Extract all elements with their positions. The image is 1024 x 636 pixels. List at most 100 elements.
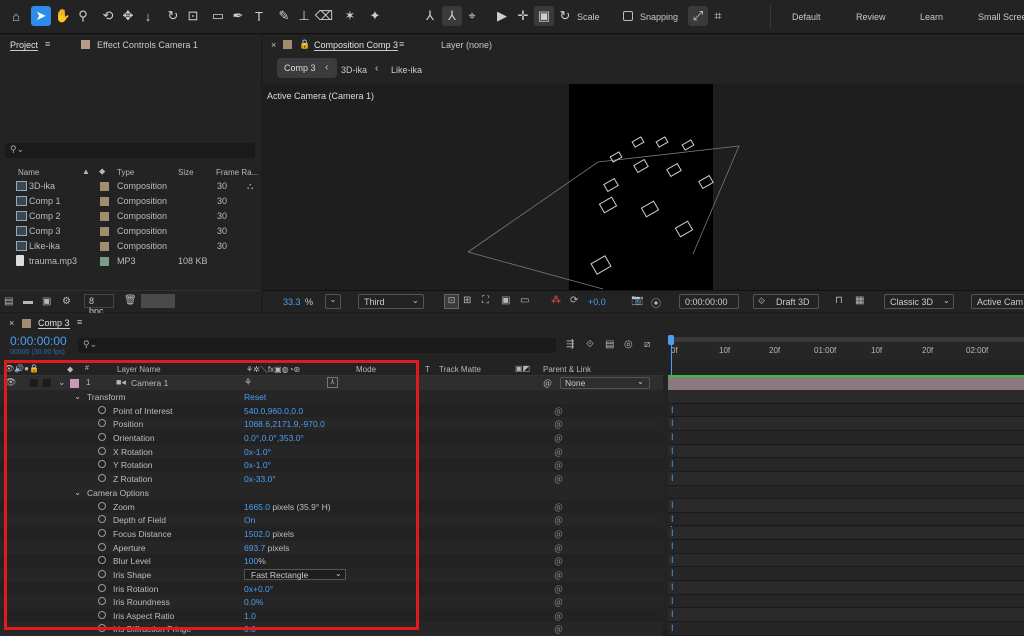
keyframe-marker-icon[interactable]: I bbox=[671, 582, 674, 592]
project-item[interactable]: 3D-ika Composition 30 ⛬ bbox=[0, 179, 260, 194]
rectangle-tool-icon[interactable]: ▭ bbox=[208, 6, 228, 26]
timeline-tab[interactable]: Comp 3 bbox=[38, 318, 70, 329]
stopwatch-icon[interactable] bbox=[98, 460, 106, 469]
property-value[interactable]: 1665.0 pixels (35.9° H) bbox=[244, 502, 331, 512]
region-of-interest-icon[interactable]: ⊡ bbox=[444, 294, 459, 309]
zoom-value[interactable]: 33.3 bbox=[283, 297, 301, 307]
resolution-dropdown[interactable]: Third ⌄ bbox=[358, 294, 424, 309]
motion-blur-icon[interactable]: ◎ bbox=[624, 339, 633, 350]
stopwatch-icon[interactable] bbox=[98, 583, 106, 592]
3d-layer-icon[interactable]: ⅄ bbox=[327, 377, 338, 388]
property-row[interactable]: Zoom 1665.0 pixels (35.9° H) ＠ bbox=[0, 499, 663, 514]
property-value[interactable]: 0x-33.0° bbox=[244, 474, 276, 484]
hand-tool-icon[interactable]: ✋ bbox=[53, 6, 73, 26]
eraser-tool-icon[interactable]: ⌫ bbox=[314, 6, 334, 26]
panel-menu-icon[interactable]: ≡ bbox=[399, 39, 404, 49]
track-row[interactable] bbox=[668, 390, 1024, 404]
property-row[interactable]: Iris Aspect Ratio 1.0 ＠ bbox=[0, 608, 663, 623]
expression-pickwhip-icon[interactable]: ＠ bbox=[554, 446, 563, 459]
property-value[interactable]: 540.0,960.0,0.0 bbox=[244, 406, 303, 416]
project-item[interactable]: Comp 3 Composition 30 bbox=[0, 224, 260, 239]
type-tool-icon[interactable]: T bbox=[249, 6, 269, 26]
keyframe-marker-icon[interactable]: I bbox=[671, 596, 674, 606]
panel-menu-icon[interactable]: ≡ bbox=[45, 39, 50, 49]
puppet-tool-icon[interactable]: ✦ bbox=[365, 6, 385, 26]
keyframe-marker-icon[interactable]: I bbox=[671, 446, 674, 456]
local-axis-icon[interactable]: ⅄ bbox=[420, 6, 440, 26]
project-item[interactable]: Comp 2 Composition 30 bbox=[0, 209, 260, 224]
track-row[interactable] bbox=[668, 581, 1024, 595]
col-type[interactable]: Type bbox=[117, 168, 134, 177]
new-folder-icon[interactable]: ▬ bbox=[23, 296, 33, 307]
bpc-button[interactable]: 8 bpc bbox=[84, 294, 114, 316]
project-tab[interactable]: Project bbox=[10, 40, 39, 51]
brush-tool-icon[interactable]: ✎ bbox=[274, 6, 294, 26]
track-row[interactable] bbox=[668, 567, 1024, 582]
property-value[interactable]: 0.0 bbox=[244, 624, 256, 634]
stopwatch-icon[interactable] bbox=[98, 405, 106, 414]
expression-pickwhip-icon[interactable]: ＠ bbox=[554, 459, 563, 472]
stopwatch-icon[interactable] bbox=[98, 610, 106, 619]
parent-dropdown[interactable]: None ⌄ bbox=[560, 377, 650, 389]
stopwatch-icon[interactable] bbox=[98, 433, 106, 441]
expression-pickwhip-icon[interactable]: ＠ bbox=[554, 583, 563, 596]
pickwhip-icon[interactable]: ＠ bbox=[543, 377, 552, 390]
view-axis-icon[interactable]: ⌖ bbox=[462, 6, 482, 26]
track-row[interactable] bbox=[668, 485, 1024, 500]
workspace-learn[interactable]: Learn bbox=[920, 12, 943, 22]
workspace-small-screen[interactable]: Small Scree bbox=[978, 12, 1024, 22]
world-axis-icon[interactable]: ⅄ bbox=[442, 6, 462, 26]
move-gizmo-icon[interactable]: ✛ bbox=[513, 6, 533, 26]
snap-points-icon[interactable]: ⌗ bbox=[708, 6, 728, 26]
view-dropdown[interactable]: Active Cam bbox=[971, 294, 1024, 309]
stopwatch-icon[interactable] bbox=[98, 419, 106, 428]
composition-tab[interactable]: Composition Comp 3 bbox=[314, 40, 399, 51]
extended-viewer-icon[interactable]: ▦ bbox=[855, 295, 864, 306]
pan-camera-icon[interactable]: ✥ bbox=[118, 6, 138, 26]
rotation-tool-icon[interactable]: ↻ bbox=[163, 6, 183, 26]
timecode-field[interactable]: 0:00:00:00 bbox=[679, 294, 739, 309]
draft3d-button[interactable]: ⟐ Draft 3D bbox=[753, 294, 819, 309]
pen-tool-icon[interactable]: ✒ bbox=[228, 6, 248, 26]
track-row[interactable] bbox=[668, 458, 1024, 472]
expression-pickwhip-icon[interactable]: ＠ bbox=[554, 555, 563, 568]
3d-ground-plane-icon[interactable]: ⊓ bbox=[835, 295, 843, 306]
thumbnail-swatch[interactable] bbox=[141, 294, 175, 308]
keyframe-marker-icon[interactable]: I bbox=[671, 555, 674, 565]
property-row[interactable]: Iris Rotation 0x+0.0° ＠ bbox=[0, 581, 663, 596]
property-row[interactable]: Z Rotation 0x-33.0° ＠ bbox=[0, 471, 663, 486]
track-row[interactable] bbox=[668, 499, 1024, 513]
layer-name[interactable]: Camera 1 bbox=[131, 378, 168, 388]
property-row[interactable]: Iris Diffraction Fringe 0.0 ＠ bbox=[0, 622, 663, 636]
keyframe-marker-icon[interactable]: I bbox=[671, 473, 674, 483]
property-value[interactable]: 0.0°,0.0°,353.0° bbox=[244, 433, 304, 443]
stopwatch-icon[interactable] bbox=[98, 542, 106, 551]
iris-shape-dropdown[interactable]: Fast Rectangle ⌄ bbox=[244, 568, 346, 580]
expression-pickwhip-icon[interactable]: ＠ bbox=[554, 473, 563, 486]
camera-options-group[interactable]: ⌄ Camera Options bbox=[0, 485, 663, 500]
breadcrumb-comp3[interactable]: Comp 3 ‹ bbox=[277, 58, 337, 78]
eye-icon[interactable]: 👁 bbox=[5, 377, 16, 388]
keyframe-marker-icon[interactable]: I bbox=[671, 514, 674, 524]
track-row[interactable] bbox=[668, 526, 1024, 541]
expression-pickwhip-icon[interactable]: ＠ bbox=[554, 405, 563, 418]
keyframe-marker-icon[interactable]: I bbox=[671, 418, 674, 428]
track-row[interactable] bbox=[668, 512, 1024, 527]
property-row[interactable]: Blur Level 100% ＠ bbox=[0, 554, 663, 568]
expression-pickwhip-icon[interactable]: ＠ bbox=[554, 542, 563, 555]
property-value[interactable]: On bbox=[244, 515, 255, 525]
label-swatch-icon[interactable] bbox=[70, 379, 79, 388]
property-row[interactable]: Point of Interest 540.0,960.0,0.0 ＠ bbox=[0, 403, 663, 418]
draft3d-timeline-icon[interactable]: ⟐ bbox=[586, 339, 594, 350]
scale-label[interactable]: Scale bbox=[577, 12, 600, 22]
col-size[interactable]: Size bbox=[178, 168, 194, 177]
interpret-footage-icon[interactable]: ▤ bbox=[4, 296, 13, 307]
expression-pickwhip-icon[interactable]: ＠ bbox=[554, 514, 563, 527]
trash-icon[interactable]: 🗑 bbox=[124, 295, 137, 306]
layer-duration-bar[interactable] bbox=[668, 376, 1024, 390]
property-row[interactable]: Orientation 0.0°,0.0°,353.0° ＠ bbox=[0, 431, 663, 445]
transparency-grid-icon[interactable]: ⊞ bbox=[463, 295, 471, 306]
safe-zones-icon[interactable]: ▭ bbox=[520, 295, 529, 306]
timeline-search-input[interactable]: ⚲⌄ bbox=[78, 338, 556, 353]
sort-arrow-icon[interactable]: ▲ bbox=[82, 167, 90, 176]
